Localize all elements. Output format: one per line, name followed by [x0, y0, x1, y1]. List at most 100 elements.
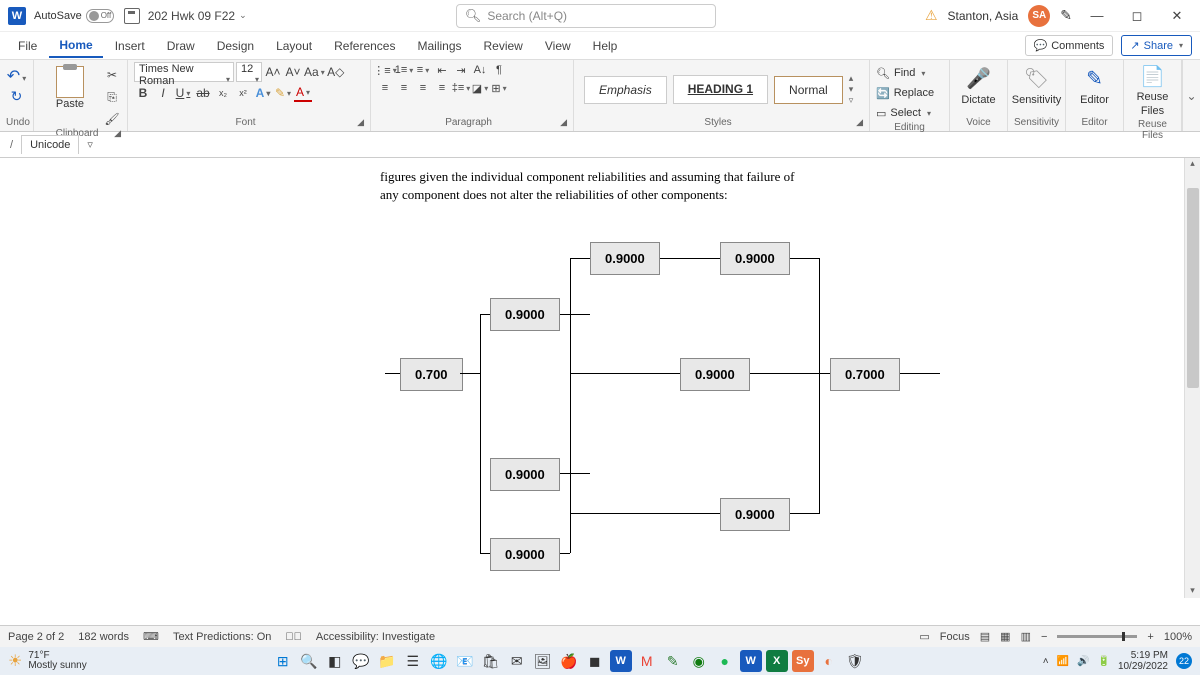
scroll-up-icon[interactable]: ▴	[1185, 158, 1200, 169]
font-launcher[interactable]: ◢	[357, 117, 364, 128]
subtab-slash-icon[interactable]: /	[6, 139, 17, 151]
styles-more[interactable]: ▿	[849, 95, 854, 106]
diagram-box[interactable]: 0.7000	[830, 358, 900, 391]
explorer-icon[interactable]: 📁	[376, 650, 398, 672]
focus-mode[interactable]: Focus	[940, 631, 970, 643]
accessibility-status[interactable]: Accessibility: Investigate	[316, 631, 435, 643]
avatar[interactable]: SA	[1028, 5, 1050, 27]
document-name[interactable]: 202 Hwk 09 F22	[148, 9, 235, 23]
diagram-box[interactable]: 0.9000	[680, 358, 750, 391]
dictate-label[interactable]: Dictate	[961, 94, 995, 106]
copy-icon[interactable]: ⎘	[103, 88, 121, 106]
zoom-slider[interactable]	[1057, 635, 1137, 638]
photos-icon[interactable]: 🖼	[532, 650, 554, 672]
editor-button[interactable]: Editor	[1080, 94, 1109, 106]
tab-home[interactable]: Home	[49, 34, 102, 58]
search-input[interactable]: 🔍︎ Search (Alt+Q)	[456, 4, 716, 28]
view-print-icon[interactable]: ▦	[1000, 630, 1010, 643]
zoom-out-button[interactable]: −	[1041, 631, 1047, 643]
user-name[interactable]: Stanton, Asia	[948, 9, 1019, 23]
tab-design[interactable]: Design	[207, 35, 264, 57]
redo-button[interactable]: ↻	[11, 88, 23, 105]
increase-indent-button[interactable]: ⇥	[453, 62, 469, 78]
zoom-in-button[interactable]: +	[1147, 631, 1153, 643]
diagram-box[interactable]: 0.700	[400, 358, 463, 391]
font-size-select[interactable]: 12▾	[236, 62, 262, 82]
tab-layout[interactable]: Layout	[266, 35, 322, 57]
sort-button[interactable]: A↓	[472, 62, 488, 78]
diagram-box[interactable]: 0.9000	[720, 242, 790, 275]
align-left-button[interactable]: ≡	[377, 80, 393, 96]
numbering-button[interactable]: 1≡▾	[396, 62, 412, 78]
volume-icon[interactable]: 🔊	[1077, 656, 1089, 667]
reuse-label2[interactable]: Files	[1141, 105, 1164, 117]
strike-button[interactable]: ab	[194, 84, 212, 102]
wifi-icon[interactable]: 📶	[1057, 656, 1069, 667]
paste-label[interactable]: Paste	[56, 98, 84, 110]
align-center-button[interactable]: ≡	[396, 80, 412, 96]
change-case-button[interactable]: Aa▾	[304, 63, 325, 81]
outlook-icon[interactable]: 📧	[454, 650, 476, 672]
page-indicator[interactable]: Page 2 of 2	[8, 631, 64, 643]
bullets-button[interactable]: ⋮≡▾	[377, 62, 393, 78]
comments-button[interactable]: 💬 Comments	[1025, 35, 1114, 56]
text-predictions[interactable]: Text Predictions: On	[173, 631, 271, 643]
align-right-button[interactable]: ≡	[415, 80, 431, 96]
tab-insert[interactable]: Insert	[105, 35, 155, 57]
tab-draw[interactable]: Draw	[157, 35, 205, 57]
diagram-box[interactable]: 0.9000	[490, 458, 560, 491]
tab-references[interactable]: References	[324, 35, 405, 57]
multilevel-button[interactable]: ≡▾	[415, 62, 431, 78]
word-count[interactable]: 182 words	[78, 631, 129, 643]
clear-format-button[interactable]: A◇	[327, 63, 345, 81]
tab-review[interactable]: Review	[474, 35, 533, 57]
clock[interactable]: 5:19 PM10/29/2022	[1118, 650, 1168, 672]
diagram-box[interactable]: 0.9000	[720, 498, 790, 531]
weather-icon[interactable]: ☀	[8, 651, 22, 671]
paste-icon[interactable]	[56, 66, 84, 98]
show-marks-button[interactable]: ¶	[491, 62, 507, 78]
style-normal[interactable]: Normal	[774, 76, 843, 104]
maximize-button[interactable]: ◻	[1122, 8, 1152, 24]
view-read-icon[interactable]: ▤	[980, 630, 990, 643]
scroll-down-icon[interactable]: ▾	[1185, 585, 1200, 596]
format-painter-icon[interactable]: 🖌	[103, 110, 121, 128]
mail-icon[interactable]: ✉	[506, 650, 528, 672]
editor-icon[interactable]: ✎	[1086, 64, 1103, 92]
cut-icon[interactable]: ✂	[103, 66, 121, 84]
font-color-button[interactable]: A▾	[294, 84, 312, 102]
dictate-icon[interactable]: 🎤	[966, 64, 991, 92]
paragraph-launcher[interactable]: ◢	[560, 117, 567, 128]
edge-icon[interactable]: 🌐	[428, 650, 450, 672]
share-button[interactable]: ↗ Share▾	[1121, 35, 1192, 56]
decrease-indent-button[interactable]: ⇤	[434, 62, 450, 78]
collapse-ribbon-button[interactable]: ⌄	[1182, 60, 1200, 131]
accessibility-icon[interactable]: ✖⃝	[285, 631, 302, 643]
notification-badge[interactable]: 22	[1176, 653, 1192, 669]
gmail-icon[interactable]: M	[636, 650, 658, 672]
styles-down[interactable]: ▾	[849, 84, 854, 95]
clipboard-launcher[interactable]: ◢	[114, 128, 121, 139]
sensitivity-button[interactable]: Sensitivity	[1012, 94, 1062, 106]
task-view-icon[interactable]: ◧	[324, 650, 346, 672]
pen-mode-icon[interactable]: ✎	[1060, 7, 1072, 24]
shrink-font-button[interactable]: A˅	[284, 63, 302, 81]
tray-chevron-icon[interactable]: ˄	[1043, 656, 1049, 667]
subscript-button[interactable]: x₂	[214, 84, 232, 102]
save-icon[interactable]	[124, 8, 140, 24]
grow-font-button[interactable]: A˄	[264, 63, 282, 81]
superscript-button[interactable]: x²	[234, 84, 252, 102]
scroll-thumb[interactable]	[1187, 188, 1199, 388]
sy-icon[interactable]: Sy	[792, 650, 814, 672]
style-heading1[interactable]: HEADING 1	[673, 75, 768, 104]
reuse-icon[interactable]: 📄	[1140, 64, 1165, 89]
text-effects-button[interactable]: A▾	[254, 84, 272, 102]
vertical-scrollbar[interactable]: ▴ ▾	[1184, 158, 1200, 598]
shading-button[interactable]: ◪▾	[472, 80, 488, 96]
styles-launcher[interactable]: ◢	[856, 117, 863, 128]
spotify-icon[interactable]: ●	[714, 650, 736, 672]
view-web-icon[interactable]: ▥	[1021, 630, 1031, 643]
text-predictions-icon[interactable]: ⌨	[143, 630, 159, 643]
replace-button[interactable]: 🔄 Replace	[876, 84, 943, 102]
store-icon[interactable]: 🛍	[480, 650, 502, 672]
